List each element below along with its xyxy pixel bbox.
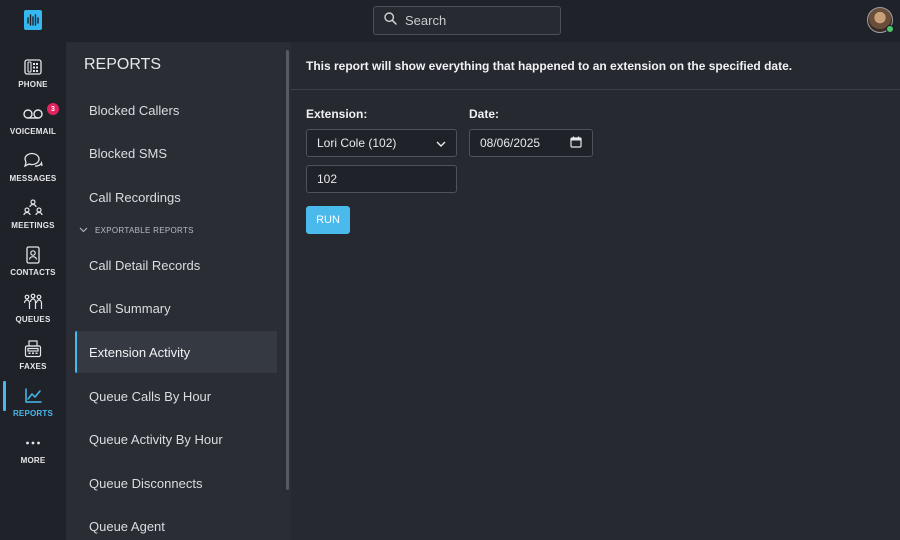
report-queue-activity-by-hour[interactable]: Queue Activity By Hour	[75, 418, 277, 460]
user-avatar[interactable]	[867, 7, 894, 33]
panel-title: REPORTS	[84, 56, 162, 73]
nav-voicemail[interactable]: VOICEMAIL 3	[0, 97, 66, 143]
extension-selected-value: Lori Cole (102)	[317, 136, 397, 150]
nav-meetings[interactable]: MEETINGS	[0, 191, 66, 237]
nav-rail: PHONE VOICEMAIL 3 MESSAGES MEETINGS CONT…	[0, 42, 66, 540]
reports-panel: REPORTS Blocked Callers Blocked SMS Call…	[66, 42, 291, 540]
date-value: 08/06/2025	[480, 136, 541, 150]
extension-select[interactable]: Lori Cole (102)	[306, 129, 457, 157]
run-button[interactable]: RUN	[306, 206, 350, 234]
report-call-summary[interactable]: Call Summary	[75, 287, 277, 329]
nav-label: MORE	[20, 455, 46, 465]
report-content: This report will show everything that ha…	[291, 42, 900, 540]
queues-icon	[23, 293, 43, 311]
app-logo-icon[interactable]	[24, 10, 42, 30]
online-status-icon	[886, 25, 894, 33]
nav-label: MESSAGES	[9, 173, 57, 183]
reports-icon	[23, 387, 43, 405]
nav-queues[interactable]: QUEUES	[0, 285, 66, 331]
phone-icon	[23, 58, 43, 76]
date-input[interactable]: 08/06/2025	[469, 129, 593, 157]
nav-reports[interactable]: REPORTS	[0, 379, 66, 425]
extension-number-input[interactable]: 102	[306, 165, 457, 193]
nav-more[interactable]: MORE	[0, 426, 66, 472]
nav-label: REPORTS	[12, 408, 54, 418]
nav-label: CONTACTS	[10, 267, 56, 277]
nav-label: PHONE	[18, 79, 48, 89]
nav-label: VOICEMAIL	[9, 126, 57, 136]
search-input[interactable]	[405, 13, 545, 28]
report-queue-calls-by-hour[interactable]: Queue Calls By Hour	[75, 375, 277, 417]
voicemail-icon	[23, 105, 43, 123]
nav-label: QUEUES	[15, 314, 51, 324]
nav-label: MEETINGS	[11, 220, 55, 230]
report-call-detail-records[interactable]: Call Detail Records	[75, 244, 277, 286]
nav-label: FAXES	[19, 361, 47, 371]
nav-faxes[interactable]: FAXES	[0, 332, 66, 378]
meetings-icon	[23, 198, 43, 217]
nav-messages[interactable]: MESSAGES	[0, 144, 66, 190]
nav-phone[interactable]: PHONE	[0, 50, 66, 96]
messages-icon	[23, 152, 43, 170]
date-label: Date:	[469, 107, 500, 121]
calendar-icon[interactable]	[570, 136, 582, 151]
extension-label: Extension:	[306, 107, 368, 121]
report-blocked-callers[interactable]: Blocked Callers	[75, 89, 277, 131]
search-box[interactable]	[373, 6, 561, 35]
chevron-down-icon	[79, 226, 88, 235]
report-description: This report will show everything that ha…	[291, 42, 900, 90]
report-call-recordings[interactable]: Call Recordings	[75, 176, 277, 218]
exportable-reports-section-toggle[interactable]: EXPORTABLE REPORTS	[79, 226, 194, 235]
report-extension-activity[interactable]: Extension Activity	[75, 331, 277, 373]
voicemail-count-badge: 3	[47, 103, 59, 115]
search-icon	[384, 11, 397, 30]
panel-scrollbar[interactable]	[286, 50, 289, 490]
report-blocked-sms[interactable]: Blocked SMS	[75, 132, 277, 174]
report-queue-agent[interactable]: Queue Agent	[75, 505, 277, 540]
fax-icon	[23, 339, 43, 358]
nav-contacts[interactable]: CONTACTS	[0, 238, 66, 284]
chevron-down-icon	[436, 136, 446, 150]
top-bar	[0, 0, 900, 42]
more-icon	[23, 434, 43, 452]
section-label: EXPORTABLE REPORTS	[95, 226, 194, 235]
report-queue-disconnects[interactable]: Queue Disconnects	[75, 462, 277, 504]
contacts-icon	[23, 245, 43, 264]
